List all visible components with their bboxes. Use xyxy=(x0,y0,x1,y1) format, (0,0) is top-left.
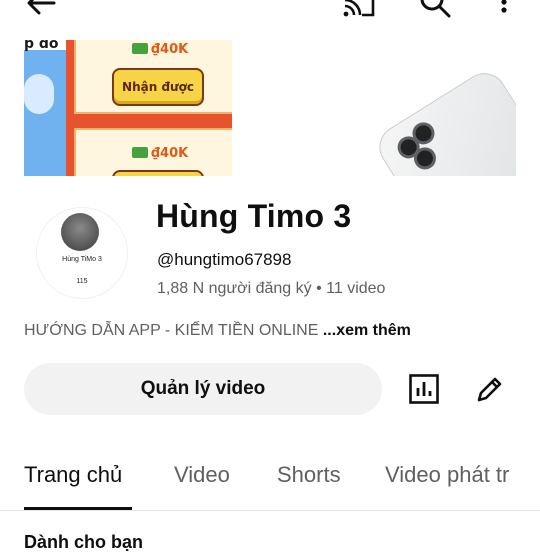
tab-home[interactable]: Trang chủ xyxy=(24,462,122,488)
cast-icon[interactable] xyxy=(342,0,378,20)
avatar-mini-name: Hùng TiMo 3 xyxy=(62,256,102,263)
manage-videos-button[interactable]: Quản lý video xyxy=(24,363,382,415)
channel-handle: @hungtimo67898 xyxy=(157,250,292,269)
channel-name: Hùng Timo 3 xyxy=(156,198,352,234)
channel-banner: p đô ₫40K Nhận được ₫40K xyxy=(24,40,516,176)
tab-videos[interactable]: Video xyxy=(174,462,230,488)
phone-illustration xyxy=(371,64,516,176)
stats-separator: • xyxy=(316,280,322,297)
channel-stats: 1,88 N người đăng ký • 11 video xyxy=(157,280,385,298)
avatar-mini-count: 115 xyxy=(76,278,88,285)
claim-pill-partial xyxy=(112,170,204,176)
claim-pill: Nhận được xyxy=(112,68,204,106)
section-heading: Dành cho bạn xyxy=(24,532,144,552)
money-icon xyxy=(132,147,148,158)
banner-blue-panel xyxy=(24,50,66,176)
money-icon xyxy=(132,43,148,54)
video-count: 11 video xyxy=(326,280,386,297)
reward-amount: ₫40K xyxy=(132,42,188,57)
reward-amount: ₫40K xyxy=(132,146,188,161)
more-vertical-icon[interactable] xyxy=(494,0,514,20)
banner-corner-text: p đô xyxy=(24,40,59,52)
back-arrow-icon[interactable] xyxy=(24,0,58,20)
edit-pencil-icon[interactable] xyxy=(464,363,516,415)
search-icon[interactable] xyxy=(418,0,452,20)
channel-avatar[interactable]: Hùng TiMo 3 115 xyxy=(37,208,127,298)
subscriber-count: 1,88 N người đăng ký xyxy=(157,280,312,297)
reward-amount-text: ₫40K xyxy=(151,42,189,57)
tab-live[interactable]: Video phát tr xyxy=(385,462,540,488)
analytics-icon[interactable] xyxy=(398,363,450,415)
avatar-photo xyxy=(61,213,99,251)
channel-description[interactable]: HƯỚNG DẪN APP - KIẾM TIỀN ONLINE ...xem … xyxy=(24,322,411,340)
reward-amount-text: ₫40K xyxy=(151,146,189,161)
description-text: HƯỚNG DẪN APP - KIẾM TIỀN ONLINE xyxy=(24,322,319,339)
tabs-divider xyxy=(0,510,540,511)
banner-ad-graphic: p đô ₫40K Nhận được ₫40K xyxy=(24,40,232,176)
tab-shorts[interactable]: Shorts xyxy=(277,462,341,488)
see-more-link[interactable]: ...xem thêm xyxy=(318,322,411,339)
